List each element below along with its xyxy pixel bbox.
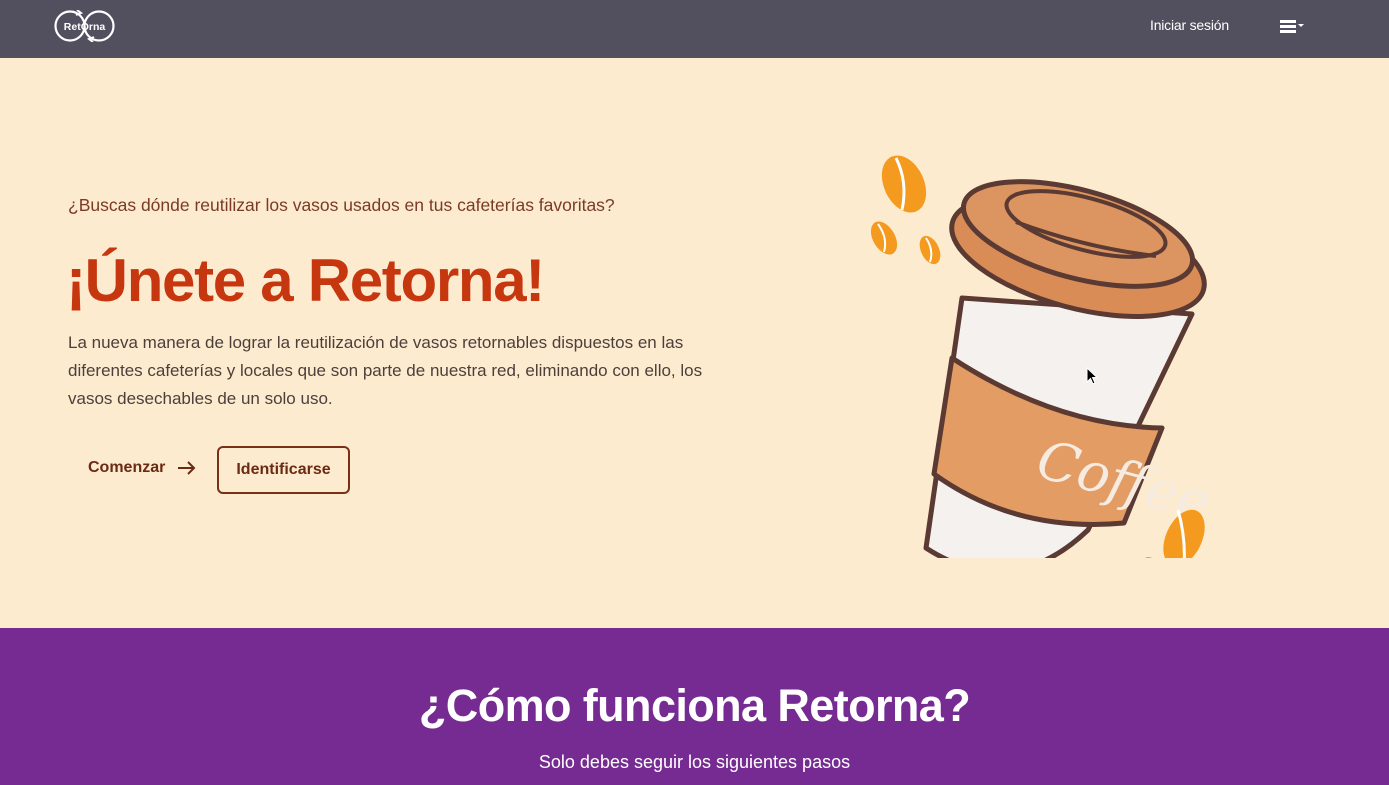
logo-text: RetOrna [64,21,106,33]
start-button[interactable]: Comenzar [88,459,197,477]
coffee-bean-icon [870,221,898,255]
mouse-cursor-icon [1086,367,1098,385]
coffee-bean-icon [919,235,941,265]
how-title: ¿Cómo funciona Retorna? [418,680,971,731]
coffee-cup-illustration: Coffee [870,155,1217,558]
start-button-label: Comenzar [88,459,166,476]
how-subtitle: Solo debes seguir los siguientes pasos [538,752,851,772]
coffee-bean-icon [1132,557,1156,558]
hero-section: ¿Buscas dónde reutilizar los vasos usado… [0,58,1389,628]
hero-title: ¡Únete a Retorna! [66,247,545,314]
identify-button[interactable]: Identificarse [217,446,350,494]
login-link[interactable]: Iniciar sesión [1150,17,1229,33]
how-it-works-section: ¿Cómo funciona Retorna? Solo debes segui… [0,628,1389,785]
arrow-right-icon [178,461,196,475]
hero-subtitle: ¿Buscas dónde reutilizar los vasos usado… [68,195,615,215]
hamburger-menu-icon[interactable] [1278,18,1306,36]
retorna-logo[interactable]: RetOrna [54,10,115,42]
hero-description: La nueva manera de lograr la reutilizaci… [68,333,703,408]
coffee-bean-icon [881,155,927,213]
top-navbar: RetOrna Iniciar sesión [0,0,1389,58]
